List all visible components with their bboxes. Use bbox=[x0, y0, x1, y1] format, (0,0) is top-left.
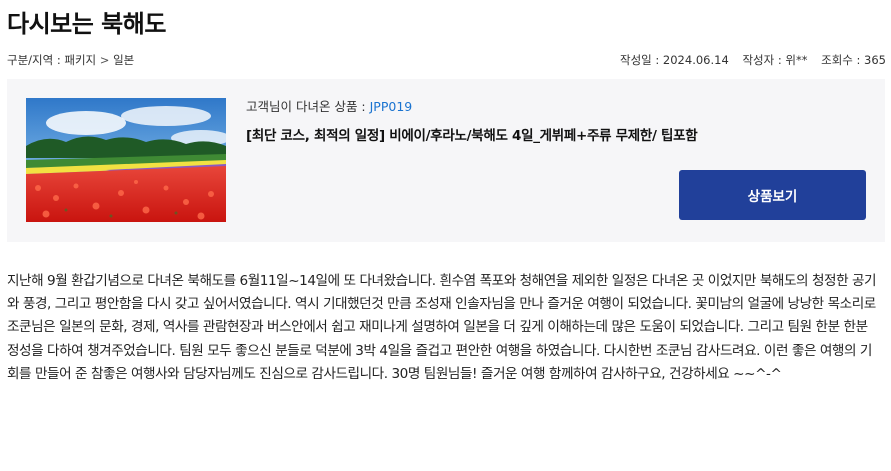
category-region: 일본 bbox=[113, 53, 135, 67]
flower-field-image bbox=[26, 98, 226, 222]
post-date: 작성일 : 2024.06.14 bbox=[620, 53, 729, 67]
category-breadcrumb: 구분/지역 : 패키지 > 일본 bbox=[7, 52, 134, 68]
meta-row: 구분/지역 : 패키지 > 일본 작성일 : 2024.06.14 작성자 : … bbox=[0, 52, 891, 70]
product-card: 고객님이 다녀온 상품 : JPP019 [최단 코스, 최적의 일정] 비에이… bbox=[7, 79, 885, 242]
chevron-right-icon: > bbox=[99, 53, 110, 67]
product-thumbnail[interactable] bbox=[26, 98, 226, 222]
post-meta: 작성일 : 2024.06.14 작성자 : 위** 조회수 : 365 bbox=[610, 52, 886, 68]
visited-product-line: 고객님이 다녀온 상품 : JPP019 bbox=[246, 96, 866, 115]
visited-label: 고객님이 다녀온 상품 : bbox=[246, 99, 370, 114]
post-views: 조회수 : 365 bbox=[821, 53, 886, 67]
category-label: 구분/지역 : 패키지 bbox=[7, 53, 97, 67]
post-author: 작성자 : 위** bbox=[742, 53, 808, 67]
product-name[interactable]: [최단 코스, 최적의 일정] 비에이/후라노/북해도 4일_게뷔페+주류 무제… bbox=[246, 124, 866, 144]
review-body: 지난해 9월 환갑기념으로 다녀온 북해도를 6월11일~14일에 또 다녀왔습… bbox=[7, 273, 877, 382]
page-title: 다시보는 북해도 bbox=[7, 10, 166, 38]
view-product-button[interactable]: 상품보기 bbox=[679, 170, 866, 220]
product-code[interactable]: JPP019 bbox=[370, 99, 413, 114]
product-info: 고객님이 다녀온 상품 : JPP019 [최단 코스, 최적의 일정] 비에이… bbox=[246, 96, 866, 144]
